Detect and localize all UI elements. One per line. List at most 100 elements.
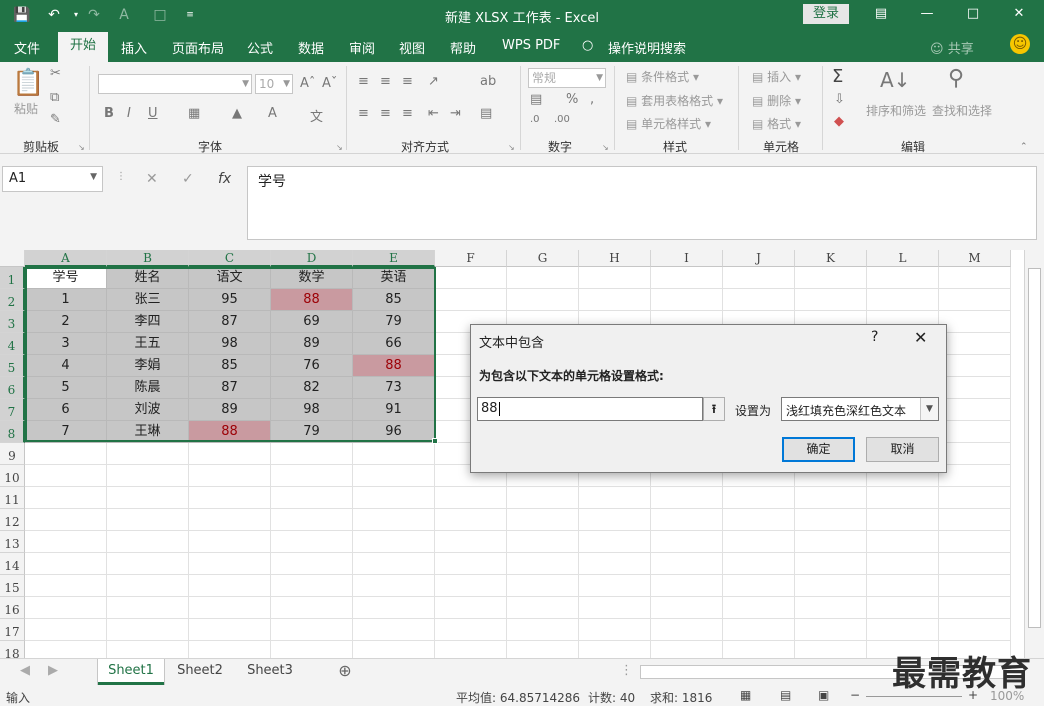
row-header-2[interactable]: 2 [0,289,25,311]
cell-A18[interactable] [25,641,107,658]
cell-M5[interactable] [939,355,1011,377]
cell-E6[interactable]: 73 [353,377,435,399]
cell-D18[interactable] [271,641,353,658]
cell-L15[interactable] [867,575,939,597]
text-value-input[interactable]: 88 [477,397,703,421]
cell-E18[interactable] [353,641,435,658]
cell-G2[interactable] [507,289,579,311]
cell-D5[interactable]: 76 [271,355,353,377]
cell-F17[interactable] [435,619,507,641]
smiley-icon[interactable]: ☺ [1010,34,1030,54]
row-header-17[interactable]: 17 [0,619,25,641]
vertical-scrollbar[interactable] [1024,250,1044,658]
cell-E15[interactable] [353,575,435,597]
cell-B13[interactable] [107,531,189,553]
number-launcher-icon[interactable]: ↘ [602,143,609,152]
font-color-icon[interactable]: A [268,106,277,121]
cell-M15[interactable] [939,575,1011,597]
cell-I14[interactable] [651,553,723,575]
cell-A8[interactable]: 7 [25,421,107,443]
cell-D2[interactable]: 88 [271,289,353,311]
find-select-icon[interactable]: ⚲ [948,66,964,91]
cell-G15[interactable] [507,575,579,597]
cell-M9[interactable] [939,443,1011,465]
cell-D8[interactable]: 79 [271,421,353,443]
cell-G1[interactable] [507,267,579,289]
tab-data[interactable]: 数据 [298,38,324,60]
cell-L2[interactable] [867,289,939,311]
cut-icon[interactable]: ✂ [50,66,61,81]
decrease-font-icon[interactable]: Aˇ [322,76,337,91]
cell-B6[interactable]: 陈晨 [107,377,189,399]
increase-font-icon[interactable]: Aˆ [300,76,315,91]
print-preview-icon[interactable]: □ [150,6,170,24]
format-as-table-button[interactable]: ▤ 套用表格格式 ▾ [626,92,723,109]
column-header-K[interactable]: K [795,250,867,267]
cancel-button[interactable]: 取消 [866,437,939,462]
cell-M10[interactable] [939,465,1011,487]
decrease-indent-icon[interactable]: ⇤ [428,106,439,121]
font-launcher-icon[interactable]: ↘ [336,143,343,152]
cancel-entry-icon[interactable]: ✕ [146,171,158,187]
cell-A15[interactable] [25,575,107,597]
undo-icon[interactable]: ↶ [44,6,64,24]
font-size-combo[interactable]: 10 ▼ [255,74,293,94]
cell-C14[interactable] [189,553,271,575]
cell-B4[interactable]: 王五 [107,333,189,355]
sheet-tab-3[interactable]: Sheet3 [236,659,304,685]
cell-I2[interactable] [651,289,723,311]
collapse-ribbon-icon[interactable]: ⌃ [1020,142,1028,152]
cell-H12[interactable] [579,509,651,531]
save-icon[interactable]: 💾 [12,6,32,24]
cell-D9[interactable] [271,443,353,465]
cell-B5[interactable]: 李娟 [107,355,189,377]
cell-A12[interactable] [25,509,107,531]
cell-J16[interactable] [723,597,795,619]
column-header-H[interactable]: H [579,250,651,267]
cell-D4[interactable]: 89 [271,333,353,355]
cell-styles-button[interactable]: ▤ 单元格样式 ▾ [626,115,711,132]
italic-button[interactable]: I [127,106,131,121]
page-break-view-icon[interactable]: ▣ [818,688,829,702]
align-top-icon[interactable]: ≡ [358,74,369,89]
tell-me-search[interactable]: 操作说明搜索 [608,38,686,60]
fill-handle[interactable] [432,438,438,444]
format-painter-icon[interactable]: A [114,6,134,24]
increase-decimal-icon[interactable]: .0 [530,114,540,125]
format-cells-button[interactable]: ▤ 格式 ▾ [752,115,801,132]
alignment-launcher-icon[interactable]: ↘ [508,143,515,152]
comma-style-icon[interactable]: , [590,92,594,107]
cell-M8[interactable] [939,421,1011,443]
column-header-J[interactable]: J [723,250,795,267]
sheet-tab-2[interactable]: Sheet2 [166,659,234,685]
cell-C5[interactable]: 85 [189,355,271,377]
conditional-format-button[interactable]: ▤ 条件格式 ▾ [626,68,699,85]
cell-K11[interactable] [795,487,867,509]
orientation-icon[interactable]: ↗ [428,74,439,89]
cell-J1[interactable] [723,267,795,289]
cell-B16[interactable] [107,597,189,619]
row-header-10[interactable]: 10 [0,465,25,487]
column-header-G[interactable]: G [507,250,579,267]
cell-I18[interactable] [651,641,723,658]
scroll-thumb[interactable] [1028,268,1041,628]
cell-M11[interactable] [939,487,1011,509]
cell-E13[interactable] [353,531,435,553]
cell-A16[interactable] [25,597,107,619]
cell-A10[interactable] [25,465,107,487]
cell-C8[interactable]: 88 [189,421,271,443]
tab-review[interactable]: 审阅 [349,38,375,60]
cell-B8[interactable]: 王琳 [107,421,189,443]
paste-label[interactable]: 粘贴 [14,100,38,117]
cell-M4[interactable] [939,333,1011,355]
cell-J17[interactable] [723,619,795,641]
row-header-11[interactable]: 11 [0,487,25,509]
cell-E17[interactable] [353,619,435,641]
tab-file[interactable]: 文件 [14,38,40,60]
find-select-label[interactable]: 查找和选择 [932,102,992,119]
row-header-1[interactable]: 1 [0,267,25,289]
cell-H18[interactable] [579,641,651,658]
row-header-8[interactable]: 8 [0,421,25,443]
cell-G12[interactable] [507,509,579,531]
cell-B17[interactable] [107,619,189,641]
